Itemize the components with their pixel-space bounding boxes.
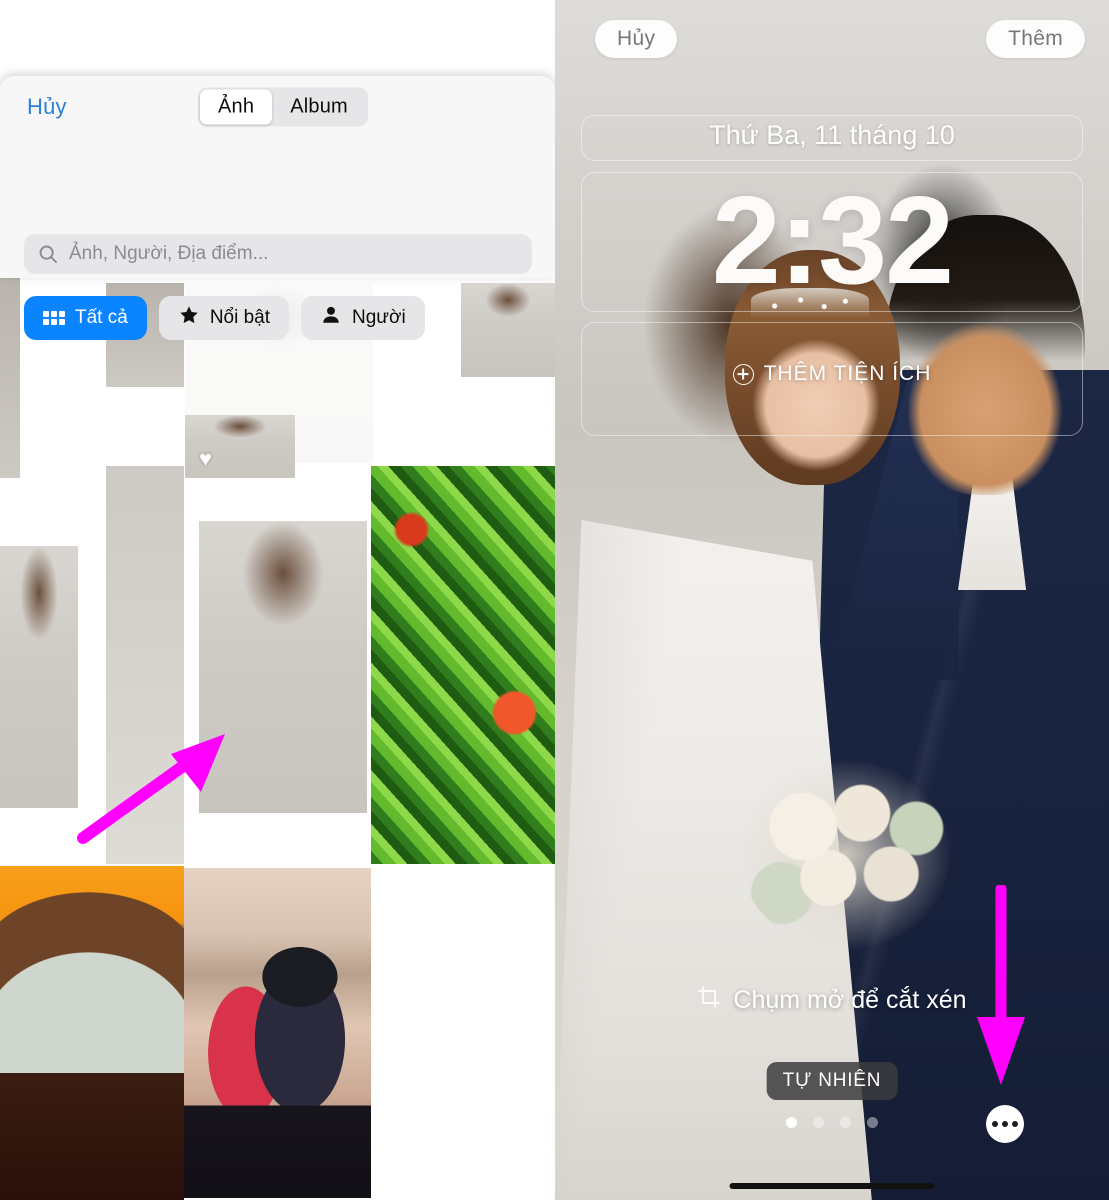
filter-all-label: Tất cả [75, 307, 128, 328]
photo-tile[interactable] [371, 466, 555, 864]
lockscreen-clock: 2:32 [711, 172, 954, 310]
filter-featured-label: Nổi bật [209, 307, 271, 328]
right-panel-lockscreen-editor: Hủy Thêm Thứ Ba, 11 tháng 10 2:32 THÊM T… [555, 0, 1109, 1200]
page-dot[interactable] [840, 1117, 851, 1128]
favorite-heart-icon: ♥ [199, 446, 213, 471]
photo-tile[interactable] [0, 866, 184, 1200]
photo-picker-sheet: Hủy Ảnh Album Ảnh, Người, Địa điểm... Tấ… [0, 76, 555, 340]
wallpaper-style-chip[interactable]: TỰ NHIÊN [766, 1062, 898, 1100]
crop-icon [697, 985, 721, 1016]
search-icon [38, 244, 58, 264]
filter-featured-button[interactable]: Nổi bật [158, 296, 290, 340]
more-ellipsis-icon [1012, 1121, 1018, 1127]
add-widget-button[interactable]: THÊM TIỆN ÍCH [555, 362, 1109, 386]
search-placeholder: Ảnh, Người, Địa điểm... [69, 243, 269, 264]
search-bar[interactable]: Ảnh, Người, Địa điểm... [24, 234, 532, 274]
more-ellipsis-icon [1002, 1121, 1008, 1127]
page-indicator-dots[interactable] [555, 1117, 1109, 1128]
lockscreen-cancel-button[interactable]: Hủy [595, 20, 678, 58]
pinch-hint-label: Chụm mở để cắt xén [733, 986, 967, 1014]
picker-segmented-control: Ảnh Album [198, 87, 368, 127]
plus-circle-icon [732, 363, 754, 385]
lockscreen-add-button[interactable]: Thêm [986, 20, 1085, 58]
tab-albums[interactable]: Album [272, 90, 366, 125]
more-options-button[interactable] [986, 1105, 1024, 1143]
screenshot-root: ♥ Hủy Ảnh Album Ảnh, Người, Địa điểm... … [0, 0, 1109, 1200]
wallpaper-detail-bouquet [740, 760, 950, 950]
person-icon [320, 304, 342, 332]
page-dot[interactable] [867, 1117, 878, 1128]
editor-top-bar: Hủy Thêm [555, 0, 1109, 76]
arrow-pointing-to-photo [75, 730, 235, 850]
picker-cancel-button[interactable]: Hủy [27, 94, 67, 120]
photo-tile[interactable] [184, 868, 371, 1198]
home-indicator [729, 1183, 935, 1189]
lockscreen-date: Thứ Ba, 11 tháng 10 [709, 120, 955, 150]
filter-people-label: Người [352, 307, 406, 328]
photo-tile-favorite[interactable]: ♥ [185, 415, 295, 478]
photo-tile[interactable] [0, 278, 20, 478]
picker-header: Hủy Ảnh Album [0, 76, 555, 138]
filter-people-button[interactable]: Người [301, 296, 425, 340]
photo-tile[interactable] [461, 283, 555, 377]
page-dot[interactable] [786, 1117, 797, 1128]
tab-photos[interactable]: Ảnh [200, 89, 273, 125]
page-dot[interactable] [813, 1117, 824, 1128]
filter-all-button[interactable]: Tất cả [24, 296, 147, 340]
add-widget-label: THÊM TIỆN ÍCH [763, 362, 932, 385]
filter-pill-row: Tất cả Nổi bật Người [24, 296, 425, 340]
arrow-pointing-to-more-button [971, 883, 1031, 1095]
left-panel-photo-picker: ♥ Hủy Ảnh Album Ảnh, Người, Địa điểm... … [0, 0, 555, 1200]
photo-tile[interactable] [0, 546, 78, 808]
grid-icon [43, 311, 65, 325]
more-ellipsis-icon [992, 1121, 998, 1127]
star-icon [178, 304, 200, 332]
